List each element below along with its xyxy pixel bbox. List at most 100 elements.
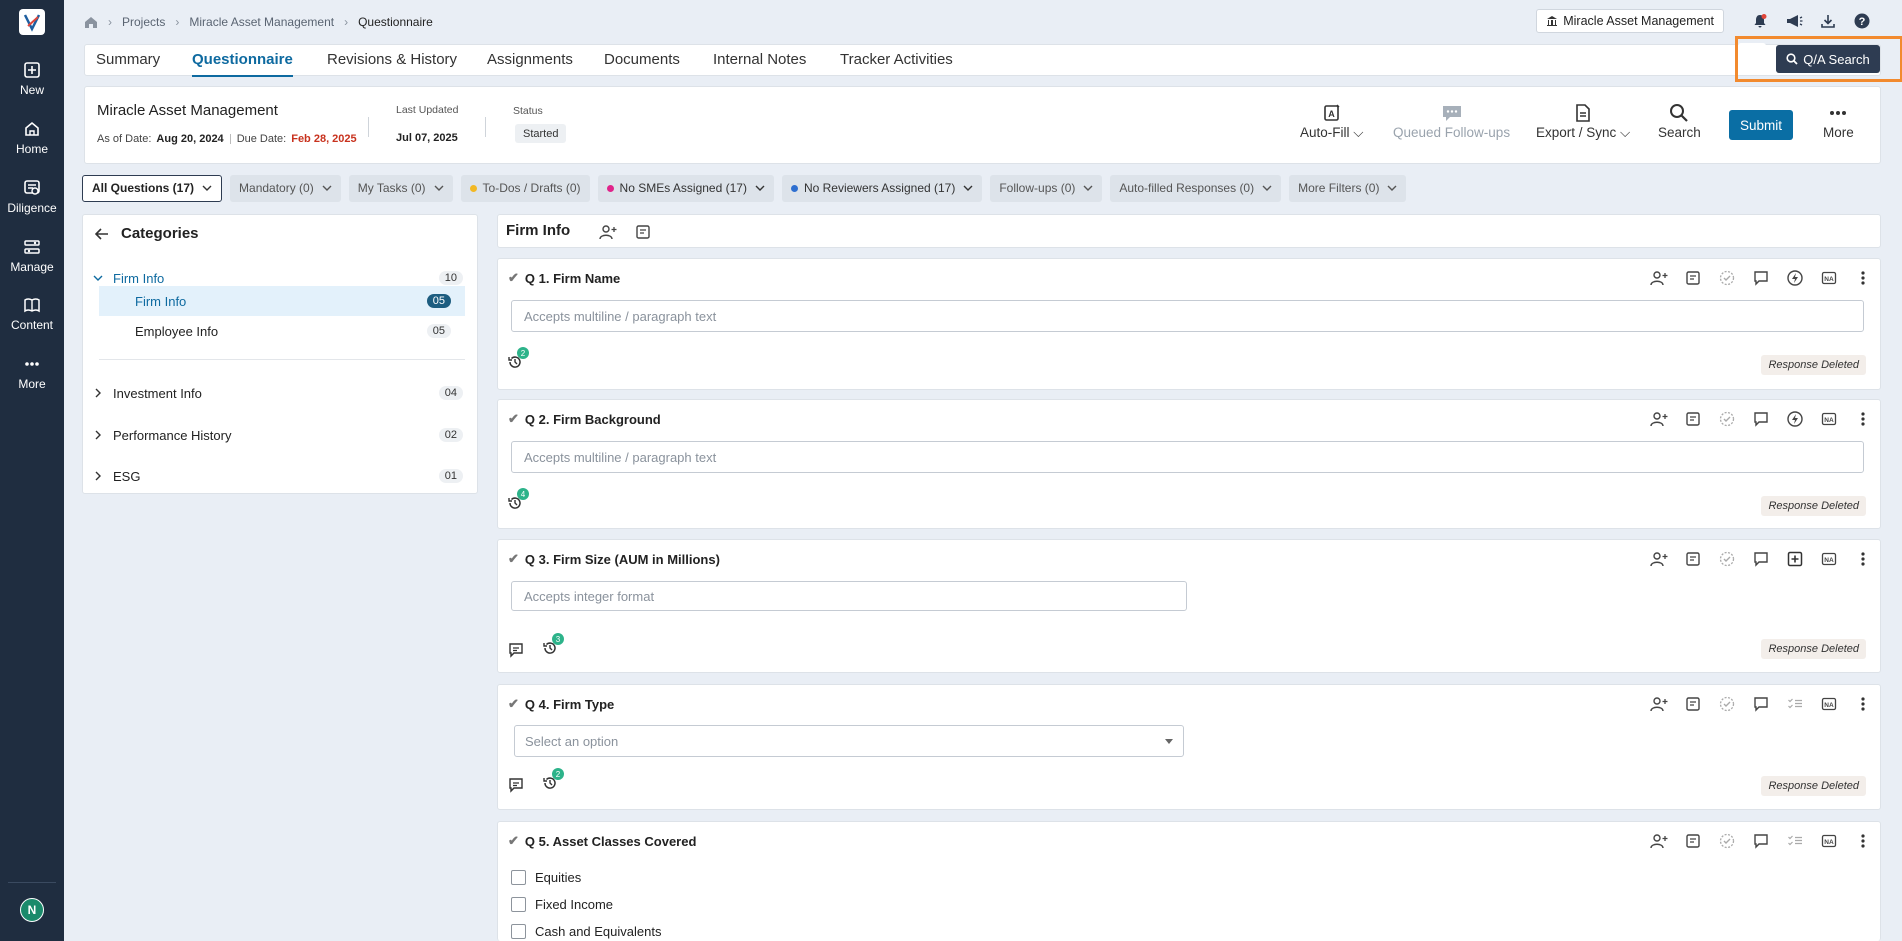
note-icon[interactable] bbox=[1684, 695, 1702, 713]
checkbox-option-fixed-income[interactable]: Fixed Income bbox=[511, 897, 613, 912]
subcategory-employee-info[interactable]: Employee Info 05 bbox=[99, 317, 465, 345]
kebab-menu-icon[interactable] bbox=[1854, 832, 1872, 850]
checkbox-option-cash[interactable]: Cash and Equivalents bbox=[511, 924, 661, 939]
breadcrumb-client[interactable]: Miracle Asset Management bbox=[189, 15, 334, 29]
kebab-menu-icon[interactable] bbox=[1854, 695, 1872, 713]
checkbox-option-equities[interactable]: Equities bbox=[511, 870, 581, 885]
nav-manage[interactable]: Manage bbox=[0, 238, 64, 274]
auto-fill-button[interactable]: A Auto-Fill ⌵ bbox=[1300, 103, 1364, 141]
na-icon[interactable]: NA bbox=[1820, 832, 1838, 850]
download-icon[interactable] bbox=[1818, 11, 1838, 31]
add-box-icon[interactable] bbox=[1786, 550, 1804, 568]
na-icon[interactable]: NA bbox=[1820, 550, 1838, 568]
submit-button[interactable]: Submit bbox=[1729, 110, 1793, 140]
comment-icon[interactable] bbox=[508, 777, 524, 793]
comment-icon[interactable] bbox=[1752, 410, 1770, 428]
kebab-menu-icon[interactable] bbox=[1854, 269, 1872, 287]
assign-user-icon[interactable] bbox=[1650, 695, 1668, 713]
answer-select[interactable]: Select an option bbox=[514, 725, 1184, 757]
tab-internal-notes[interactable]: Internal Notes bbox=[713, 51, 806, 68]
filter-my-tasks[interactable]: My Tasks (0) bbox=[348, 174, 453, 202]
lightning-icon[interactable] bbox=[1786, 269, 1804, 287]
filter-todos-drafts[interactable]: To-Dos / Drafts (0) bbox=[460, 174, 590, 202]
history-icon[interactable]: 2 bbox=[542, 768, 564, 793]
kebab-menu-icon[interactable] bbox=[1854, 550, 1872, 568]
comment-icon[interactable] bbox=[1752, 269, 1770, 287]
answer-textarea[interactable]: Accepts multiline / paragraph text bbox=[511, 300, 1864, 332]
comment-icon[interactable] bbox=[1752, 550, 1770, 568]
qa-search-button[interactable]: Q/A Search bbox=[1776, 45, 1880, 73]
note-icon[interactable] bbox=[1684, 550, 1702, 568]
filter-all-questions[interactable]: All Questions (17) bbox=[82, 174, 223, 202]
tab-assignments[interactable]: Assignments bbox=[487, 51, 573, 68]
category-esg[interactable]: ESG 01 bbox=[83, 462, 477, 490]
note-icon[interactable] bbox=[1684, 410, 1702, 428]
help-icon[interactable]: ? bbox=[1852, 11, 1872, 31]
na-icon[interactable]: NA bbox=[1820, 695, 1838, 713]
filter-mandatory[interactable]: Mandatory (0) bbox=[230, 174, 341, 202]
filter-no-smes-assigned[interactable]: No SMEs Assigned (17) bbox=[597, 174, 774, 202]
history-icon[interactable]: 3 bbox=[542, 633, 564, 658]
filter-more-filters[interactable]: More Filters (0) bbox=[1289, 174, 1407, 202]
assign-user-icon[interactable] bbox=[1650, 269, 1668, 287]
export-sync-button[interactable]: Export / Sync ⌵ bbox=[1536, 103, 1630, 141]
app-logo[interactable] bbox=[19, 9, 45, 35]
notifications-icon[interactable] bbox=[1750, 11, 1770, 31]
question-title: ✔ Q 3. Firm Size (AUM in Millions) bbox=[508, 551, 720, 567]
history-icon[interactable]: 4 bbox=[507, 488, 529, 513]
checklist-icon[interactable] bbox=[1786, 695, 1804, 713]
search-button[interactable]: Search bbox=[1658, 103, 1701, 140]
checkbox[interactable] bbox=[511, 870, 526, 885]
assign-user-icon[interactable] bbox=[599, 224, 617, 240]
more-button[interactable]: More bbox=[1823, 103, 1854, 140]
tab-summary[interactable]: Summary bbox=[96, 51, 160, 68]
filter-auto-filled-responses[interactable]: Auto-filled Responses (0) bbox=[1110, 174, 1282, 202]
lightning-icon[interactable] bbox=[1786, 410, 1804, 428]
arrow-left-icon[interactable] bbox=[95, 227, 109, 240]
approve-icon[interactable] bbox=[1718, 269, 1736, 287]
breadcrumb-projects[interactable]: Projects bbox=[122, 15, 165, 29]
answer-integer-input[interactable]: Accepts integer format bbox=[511, 581, 1187, 611]
filter-no-reviewers-assigned[interactable]: No Reviewers Assigned (17) bbox=[781, 174, 983, 202]
comment-icon[interactable] bbox=[508, 642, 524, 658]
approve-icon[interactable] bbox=[1718, 550, 1736, 568]
assign-user-icon[interactable] bbox=[1650, 550, 1668, 568]
tab-tracker-activities[interactable]: Tracker Activities bbox=[840, 51, 953, 68]
note-icon[interactable] bbox=[1684, 269, 1702, 287]
nav-content[interactable]: Content bbox=[0, 296, 64, 332]
assign-user-icon[interactable] bbox=[1650, 410, 1668, 428]
category-investment-info[interactable]: Investment Info 04 bbox=[83, 379, 477, 407]
tab-revisions-history[interactable]: Revisions & History bbox=[327, 51, 457, 68]
nav-home[interactable]: Home bbox=[0, 120, 64, 156]
answer-textarea[interactable]: Accepts multiline / paragraph text bbox=[511, 441, 1864, 473]
nav-diligence[interactable]: Diligence bbox=[0, 179, 64, 215]
queued-follow-ups-button[interactable]: Queued Follow-ups bbox=[1393, 103, 1510, 140]
history-icon[interactable]: 2 bbox=[507, 347, 529, 372]
note-icon[interactable] bbox=[1684, 832, 1702, 850]
megaphone-icon[interactable] bbox=[1784, 11, 1804, 31]
comment-icon[interactable] bbox=[1752, 832, 1770, 850]
approve-icon[interactable] bbox=[1718, 410, 1736, 428]
tab-documents[interactable]: Documents bbox=[604, 51, 680, 68]
subcategory-firm-info[interactable]: Firm Info 05 bbox=[99, 286, 465, 316]
filter-follow-ups[interactable]: Follow-ups (0) bbox=[990, 174, 1103, 202]
qa-search-toggle[interactable] bbox=[1738, 43, 1766, 73]
client-button[interactable]: Miracle Asset Management bbox=[1536, 9, 1724, 33]
kebab-menu-icon[interactable] bbox=[1854, 410, 1872, 428]
checkbox[interactable] bbox=[511, 924, 526, 939]
assign-user-icon[interactable] bbox=[1650, 832, 1668, 850]
approve-icon[interactable] bbox=[1718, 695, 1736, 713]
nav-more[interactable]: More bbox=[0, 355, 64, 391]
comment-icon[interactable] bbox=[1752, 695, 1770, 713]
category-performance-history[interactable]: Performance History 02 bbox=[83, 421, 477, 449]
tab-questionnaire[interactable]: Questionnaire bbox=[192, 51, 293, 77]
approve-icon[interactable] bbox=[1718, 832, 1736, 850]
avatar[interactable]: N bbox=[20, 898, 44, 922]
checkbox[interactable] bbox=[511, 897, 526, 912]
na-icon[interactable]: NA bbox=[1820, 269, 1838, 287]
nav-new[interactable]: New bbox=[0, 61, 64, 97]
home-icon[interactable] bbox=[84, 16, 98, 29]
note-icon[interactable] bbox=[635, 224, 651, 240]
na-icon[interactable]: NA bbox=[1820, 410, 1838, 428]
checklist-icon[interactable] bbox=[1786, 832, 1804, 850]
